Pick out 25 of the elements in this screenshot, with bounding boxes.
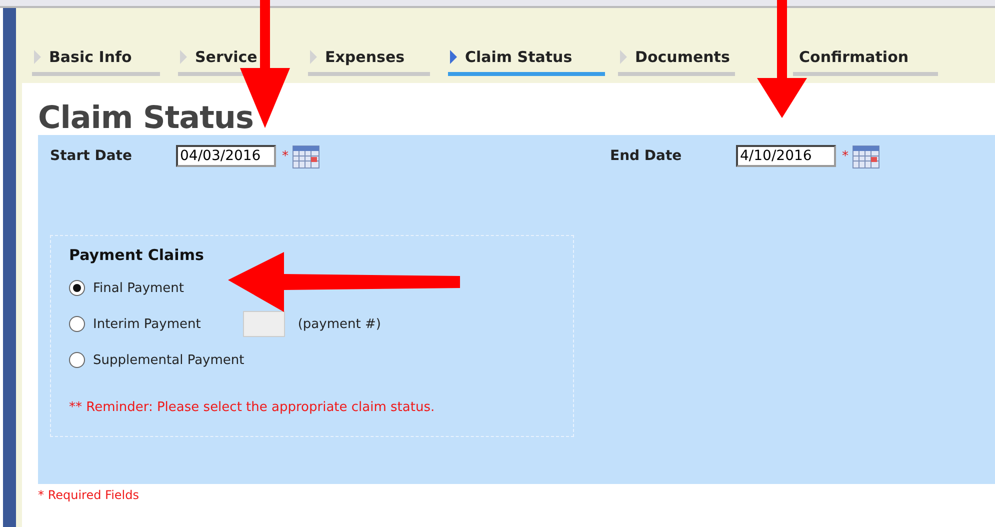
calendar-icon[interactable] — [292, 143, 320, 169]
field-label: End Date — [610, 148, 683, 164]
radio-button[interactable] — [69, 280, 85, 296]
required-mark: * — [842, 148, 848, 164]
tab[interactable]: Expenses — [308, 46, 430, 76]
required-mark: * — [282, 148, 288, 164]
option-label[interactable]: Interim Payment — [93, 316, 201, 332]
required-note: * Required Fields — [38, 488, 140, 502]
radio-button[interactable] — [69, 352, 85, 368]
group-title: Payment Claims — [69, 246, 205, 264]
date-field[interactable]: 4/10/2016 — [736, 145, 836, 167]
tab[interactable]: Basic Info — [32, 46, 160, 76]
tab[interactable]: Documents — [618, 46, 735, 76]
page-title: Claim Status — [38, 101, 254, 135]
reminder-text: ** Reminder: Please select the appropriate claim status. — [69, 400, 436, 415]
tab[interactable]: Confirmation — [793, 46, 938, 76]
option-label[interactable]: Supplemental Payment — [93, 352, 244, 368]
radio-button[interactable] — [69, 316, 85, 332]
field-label: Start Date — [50, 148, 133, 164]
payment-number-field[interactable] — [242, 311, 285, 337]
option-label[interactable]: Final Payment — [93, 280, 184, 296]
calendar-icon[interactable] — [852, 143, 880, 169]
date-field[interactable]: 04/03/2016 — [176, 145, 276, 167]
field-hint: (payment #) — [298, 316, 381, 332]
tab[interactable]: Claim Status — [448, 46, 605, 76]
